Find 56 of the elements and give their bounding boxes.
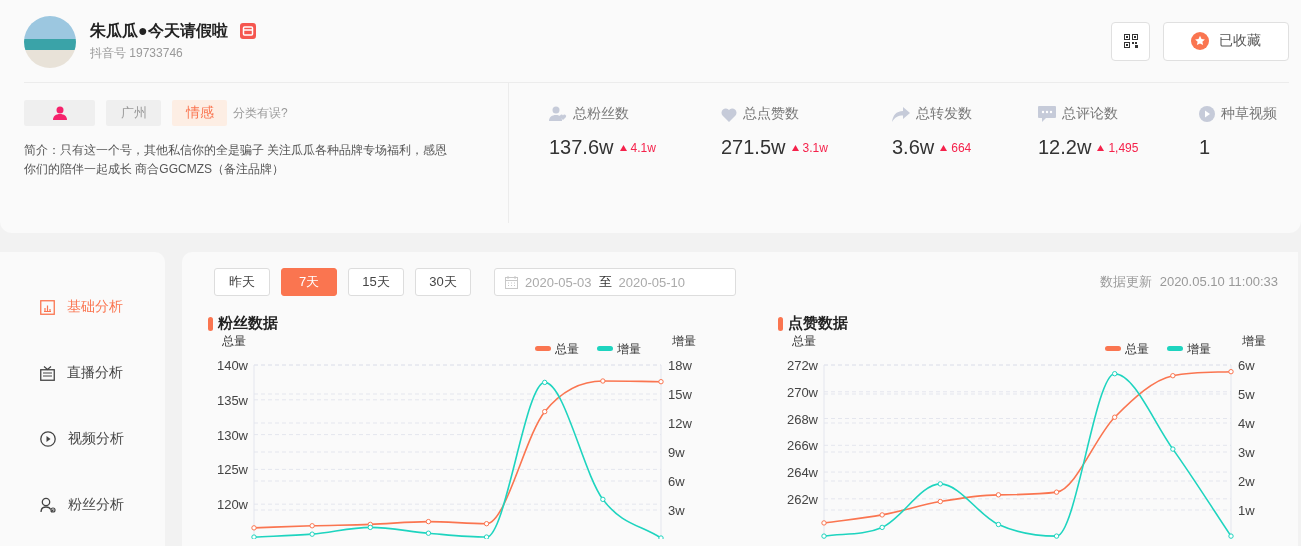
y-tick-label: 266w <box>786 438 818 454</box>
account-id: 抖音号 19733746 <box>90 44 184 62</box>
stat-label: 总粉丝数 <box>573 105 629 123</box>
update-time: 数据更新 2020.05.10 11:00:33 <box>1100 273 1278 291</box>
legend-label: 总量 <box>554 342 579 356</box>
stat-value: 1 <box>1199 136 1211 159</box>
account-name: 朱瓜瓜●今天请假啦 <box>90 20 228 41</box>
y-tick-label: 270w <box>786 384 818 400</box>
y-tick-label: 268w <box>786 411 818 427</box>
y-tick-label: 120w <box>216 497 248 513</box>
stat-change: 1,495 <box>1108 140 1139 155</box>
legend-label: 增量 <box>616 342 641 356</box>
category-tag: 情感 <box>172 100 227 126</box>
y-tick-label: 15w <box>668 387 692 402</box>
legend-label: 增量 <box>1186 342 1211 356</box>
stat-value: 137.6w <box>549 136 614 159</box>
y-tick-label: 3w <box>1238 445 1255 460</box>
y-tick-label: 18w <box>668 358 692 373</box>
y-tick-label: 272w <box>786 358 818 373</box>
stat-label: 总评论数 <box>1062 105 1118 123</box>
y-axis-title: 总量 <box>222 334 246 348</box>
stat-value: 271.5w <box>721 136 786 159</box>
y-axis-title: 总量 <box>792 334 816 348</box>
y-tick-label: 4w <box>1238 416 1255 431</box>
y-tick-label: 140w <box>216 358 248 373</box>
end-date: 2020-05-10 <box>618 274 685 290</box>
stat-value: 12.2w <box>1038 136 1092 159</box>
bio-text: 简介：只有这一个号，其他私信你的全是骗子 关注瓜瓜各种品牌专场福利，感恩你们的陪伴一起成长 商合GGCMZS（备注品牌） <box>24 142 449 178</box>
y-tick-label: 12w <box>668 416 692 431</box>
start-date: 2020-05-03 <box>525 274 592 290</box>
stat-change: 4.1w <box>630 140 656 155</box>
date-separator: 至 <box>598 273 612 291</box>
stat-value: 3.6w <box>892 136 935 159</box>
stat-label: 总点赞数 <box>743 105 799 123</box>
chart-title: 粉丝数据 <box>218 314 278 333</box>
chart-title: 点赞数据 <box>788 314 848 333</box>
category-tag: 广州 <box>106 100 161 126</box>
y-tick-label: 262w <box>786 491 818 507</box>
legend-label: 总量 <box>1124 342 1149 356</box>
y-axis-title: 增量 <box>672 334 696 348</box>
y-tick-label: 135w <box>216 392 248 408</box>
y-tick-label: 130w <box>216 427 248 443</box>
stat-change: 664 <box>951 140 972 155</box>
stat-change: 3.1w <box>802 140 828 155</box>
y-tick-label: 264w <box>786 465 818 481</box>
y-tick-label: 1w <box>1238 503 1255 518</box>
stat-label: 总转发数 <box>916 105 972 123</box>
y-tick-label: 6w <box>1238 358 1255 373</box>
y-tick-label: 2w <box>1238 474 1255 489</box>
y-tick-label: 3w <box>668 503 685 518</box>
stat-label: 种草视频 <box>1221 105 1277 123</box>
y-tick-label: 125w <box>216 462 248 478</box>
y-tick-label: 6w <box>668 474 685 489</box>
y-tick-label: 9w <box>668 445 685 460</box>
y-axis-title: 增量 <box>1242 334 1266 348</box>
y-tick-label: 5w <box>1238 387 1255 402</box>
